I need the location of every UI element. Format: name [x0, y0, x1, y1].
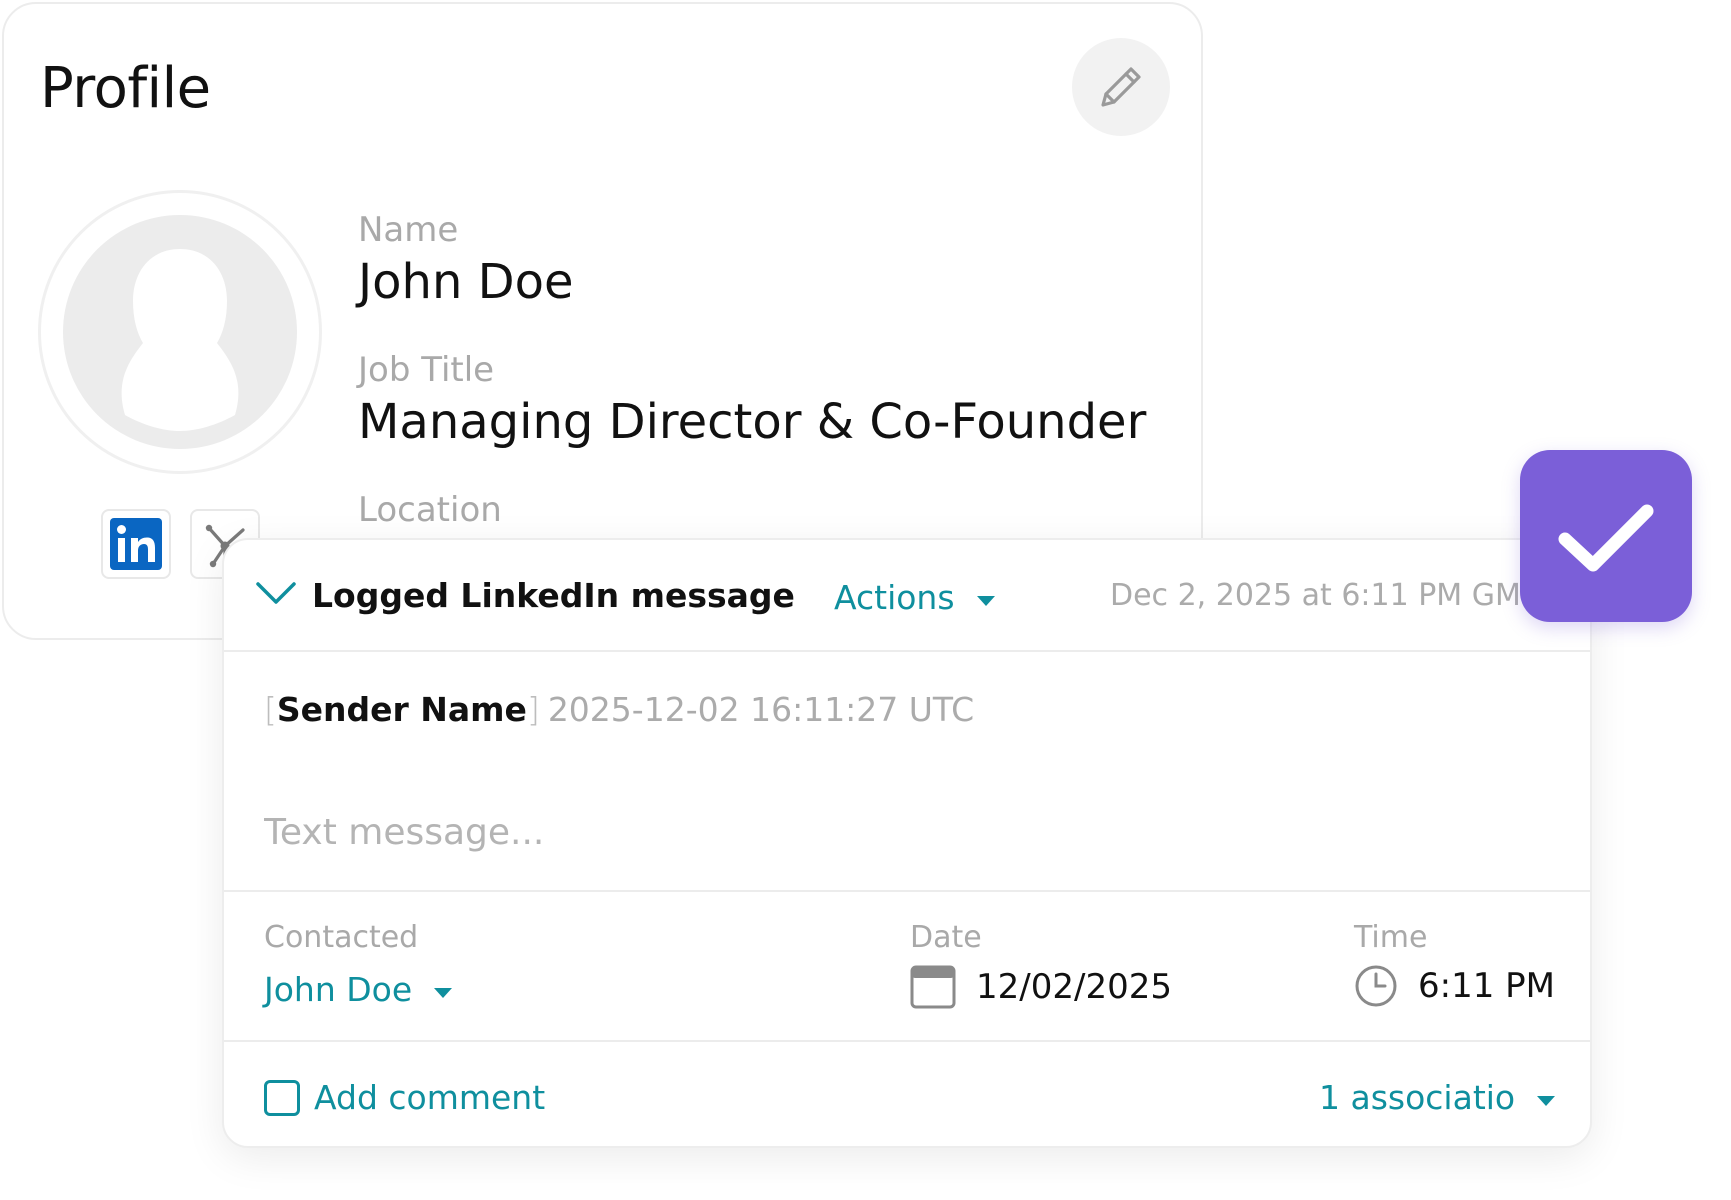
footer-row: Add comment 1 associatio — [224, 1042, 1590, 1146]
name-value: John Doe — [358, 254, 574, 310]
location-label: Location — [358, 490, 502, 530]
date-value: 12/02/2025 — [976, 967, 1172, 1007]
time-value: 6:11 PM — [1418, 966, 1555, 1006]
time-label: Time — [1354, 920, 1428, 955]
contacted-label: Contacted — [264, 920, 419, 955]
person-silhouette-icon — [121, 249, 239, 431]
logged-message-card: Logged LinkedIn message Actions Dec 2, 2… — [222, 538, 1592, 1148]
edit-profile-button[interactable] — [1072, 38, 1170, 136]
caret-down-icon — [434, 987, 453, 998]
sender-name: Sender Name — [276, 690, 527, 729]
meta-row: Contacted John Doe Date 12/02/2025 Time … — [224, 890, 1590, 1042]
bracket-close: ] — [526, 690, 540, 729]
date-label: Date — [910, 920, 982, 955]
date-picker[interactable]: 12/02/2025 — [910, 964, 1172, 1010]
contacted-value: John Doe — [264, 970, 413, 1009]
checkmark-badge — [1520, 450, 1692, 622]
contacted-dropdown[interactable]: John Doe — [264, 970, 453, 1009]
clock-icon — [1355, 965, 1397, 1007]
add-comment-label: Add comment — [314, 1078, 546, 1117]
time-picker[interactable]: 6:11 PM — [1354, 964, 1555, 1008]
calendar-icon — [910, 965, 956, 1009]
actions-label: Actions — [834, 578, 955, 617]
checkbox-icon[interactable] — [264, 1079, 300, 1116]
chevron-down-icon[interactable] — [254, 578, 298, 608]
log-header: Logged LinkedIn message Actions Dec 2, 2… — [224, 540, 1590, 652]
caret-down-icon — [976, 595, 995, 606]
add-comment-button[interactable]: Add comment — [264, 1078, 545, 1117]
profile-title: Profile — [40, 56, 211, 121]
sender-line: [Sender Name] 2025-12-02 16:11:27 UTC — [264, 690, 974, 729]
job-title-value: Managing Director & Co-Founder — [358, 394, 1147, 450]
message-input[interactable] — [264, 802, 1544, 862]
associations-dropdown[interactable]: 1 associatio — [1319, 1078, 1556, 1117]
sender-timestamp: 2025-12-02 16:11:27 UTC — [547, 690, 975, 729]
caret-down-icon — [1537, 1095, 1556, 1106]
log-date: Dec 2, 2025 at 6:11 PM GMT — [1110, 578, 1540, 613]
associations-label: 1 associatio — [1319, 1078, 1516, 1117]
actions-dropdown[interactable]: Actions — [834, 578, 995, 617]
pencil-icon — [1101, 67, 1141, 107]
linkedin-button[interactable] — [101, 509, 171, 579]
bracket-open: [ — [264, 690, 277, 729]
log-title: Logged LinkedIn message — [312, 576, 795, 615]
checkmark-icon — [1558, 504, 1654, 572]
linkedin-icon — [110, 518, 162, 570]
name-label: Name — [358, 210, 459, 250]
avatar — [38, 190, 322, 474]
job-title-label: Job Title — [358, 350, 495, 390]
